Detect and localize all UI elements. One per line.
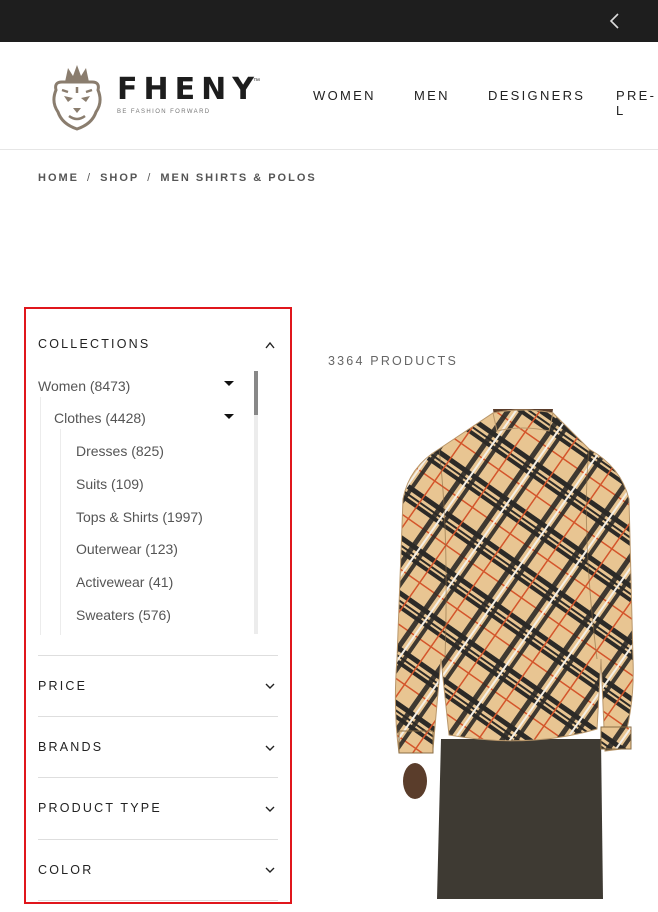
caret-down-icon[interactable] <box>224 381 234 386</box>
product-type-filter-title[interactable]: PRODUCT TYPE <box>38 801 162 815</box>
site-header: FHENY ™ BE FASHION FORWARD WOMEN MEN DES… <box>0 42 658 150</box>
price-filter-title[interactable]: PRICE <box>38 679 87 693</box>
section-divider <box>38 900 278 901</box>
collection-item-women[interactable]: Women (8473) <box>38 378 130 394</box>
color-filter-title[interactable]: COLOR <box>38 863 93 877</box>
collection-item-activewear[interactable]: Activewear (41) <box>76 574 173 590</box>
trademark-symbol: ™ <box>253 78 260 85</box>
tree-guide-line <box>40 397 41 635</box>
chevron-left-icon[interactable] <box>606 11 624 31</box>
filter-sidebar: COLLECTIONS Women (8473) Clothes (4428) … <box>24 307 292 904</box>
breadcrumb-separator: / <box>147 172 153 184</box>
breadcrumb-shop[interactable]: SHOP <box>100 172 139 184</box>
product-count: 3364 PRODUCTS <box>328 354 459 368</box>
nav-women[interactable]: WOMEN <box>313 88 376 103</box>
chevron-down-icon[interactable] <box>264 682 276 690</box>
nav-pre-loved[interactable]: PRE-L <box>616 88 658 118</box>
chevron-down-icon[interactable] <box>264 744 276 752</box>
top-bar <box>0 0 658 42</box>
section-divider <box>38 777 278 778</box>
collections-filter-title[interactable]: COLLECTIONS <box>38 337 150 351</box>
section-divider <box>38 655 278 656</box>
tree-guide-line <box>60 429 61 635</box>
collection-item-clothes[interactable]: Clothes (4428) <box>54 410 146 426</box>
breadcrumb: HOME / SHOP / MEN SHIRTS & POLOS <box>38 172 317 184</box>
brands-filter-title[interactable]: BRANDS <box>38 740 103 754</box>
collection-item-tops-shirts[interactable]: Tops & Shirts (1997) <box>76 509 203 525</box>
collections-scroll-thumb[interactable] <box>254 371 258 415</box>
chevron-down-icon[interactable] <box>264 805 276 813</box>
collection-item-outerwear[interactable]: Outerwear (123) <box>76 541 178 557</box>
section-divider <box>38 839 278 840</box>
collection-item-suits[interactable]: Suits (109) <box>76 476 144 492</box>
caret-down-icon[interactable] <box>224 414 234 419</box>
collection-item-sweaters[interactable]: Sweaters (576) <box>76 607 171 623</box>
brand-tagline: BE FASHION FORWARD <box>117 109 211 115</box>
breadcrumb-current: MEN SHIRTS & POLOS <box>160 172 317 184</box>
section-divider <box>38 716 278 717</box>
chevron-up-icon[interactable] <box>264 341 276 349</box>
product-image[interactable] <box>389 409 635 899</box>
breadcrumb-separator: / <box>87 172 93 184</box>
breadcrumb-home[interactable]: HOME <box>38 172 79 184</box>
collection-item-dresses[interactable]: Dresses (825) <box>76 443 164 459</box>
brand-name[interactable]: FHENY <box>117 72 260 107</box>
nav-designers[interactable]: DESIGNERS <box>488 88 585 103</box>
nav-men[interactable]: MEN <box>414 88 450 103</box>
chevron-down-icon[interactable] <box>264 866 276 874</box>
tiger-crown-logo[interactable] <box>48 60 106 132</box>
